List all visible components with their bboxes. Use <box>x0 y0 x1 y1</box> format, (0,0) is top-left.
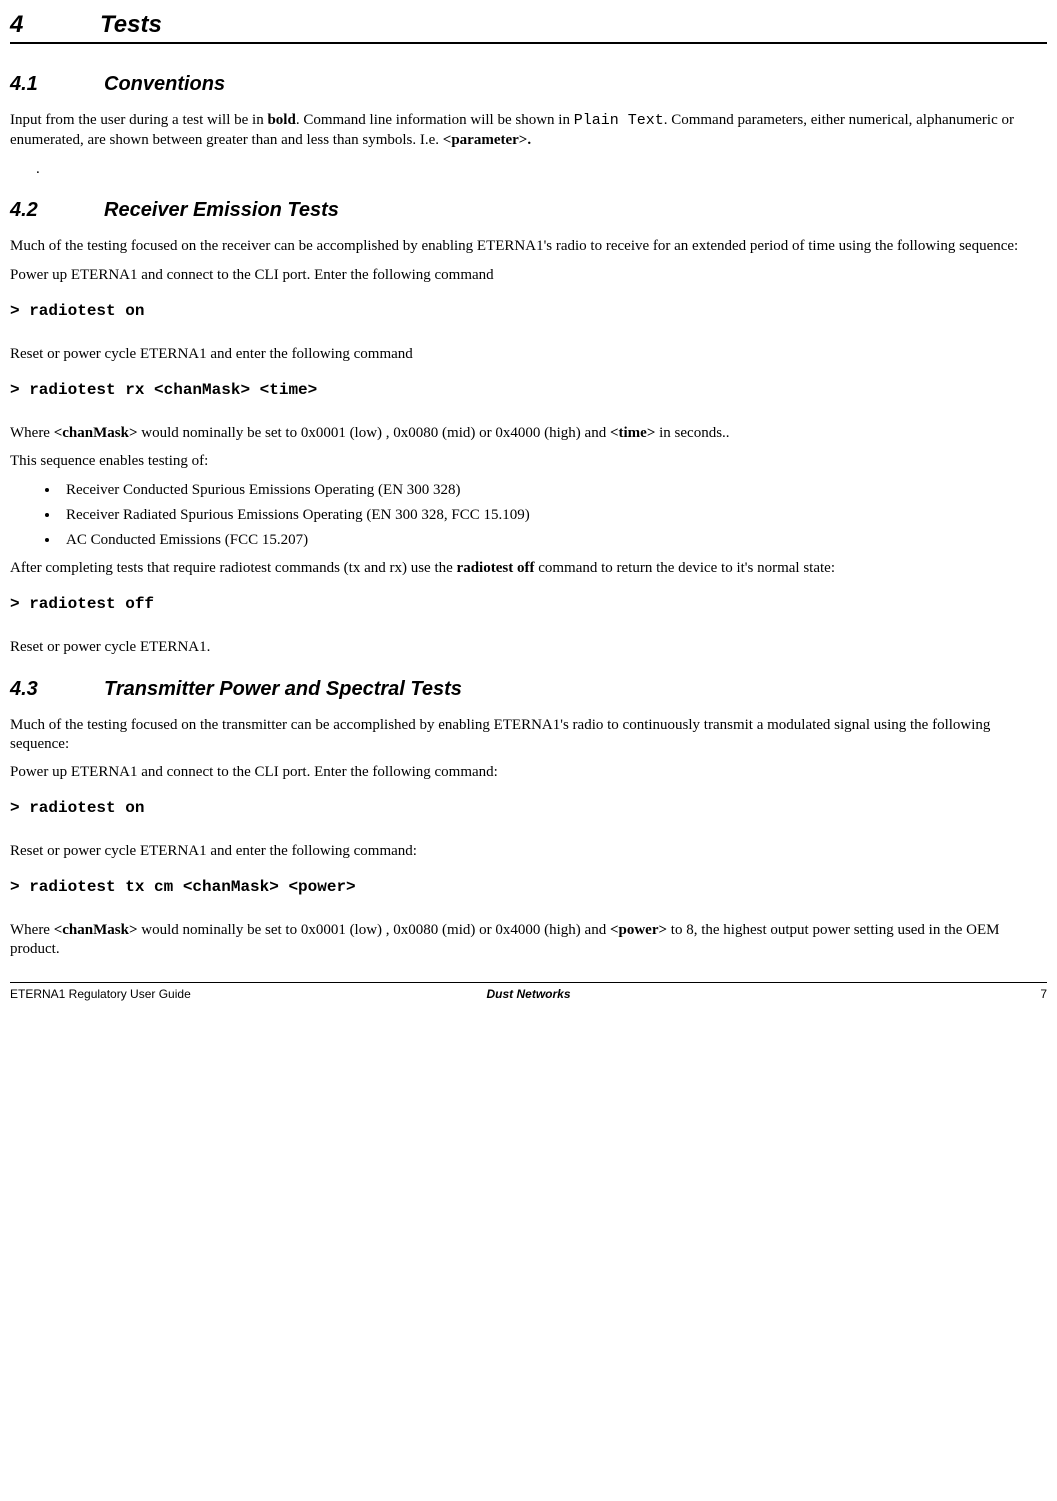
subsection-title: Conventions <box>104 72 225 97</box>
subsection-title: Receiver Emission Tests <box>104 198 339 223</box>
paragraph-radiotest-off-note: After completing tests that require radi… <box>10 559 1047 578</box>
paragraph: This sequence enables testing of: <box>10 452 1047 471</box>
section-number: 4 <box>10 10 100 40</box>
paragraph: Much of the testing focused on the recei… <box>10 237 1047 256</box>
paragraph-chanmask-power: Where <chanMask> would nominally be set … <box>10 921 1047 959</box>
paragraph: Reset or power cycle ETERNA1. <box>10 638 1047 657</box>
text-run: Where <box>10 922 54 938</box>
section-heading-1: 4 Tests <box>10 10 1047 44</box>
text-run: would nominally be set to 0x0001 (low) ,… <box>138 922 610 938</box>
subsection-heading-4-2: 4.2 Receiver Emission Tests <box>10 198 1047 223</box>
paragraph: Reset or power cycle ETERNA1 and enter t… <box>10 345 1047 364</box>
command-radiotest-on-2: > radiotest on <box>10 798 1047 818</box>
subsection-heading-4-1: 4.1 Conventions <box>10 72 1047 97</box>
text-run: in seconds.. <box>655 425 729 441</box>
text-bold: radiotest off <box>457 560 535 576</box>
subsection-title: Transmitter Power and Spectral Tests <box>104 677 462 702</box>
text-bold: <parameter>. <box>443 132 531 148</box>
text-bold: <chanMask> <box>54 425 138 441</box>
section-title: Tests <box>100 10 162 40</box>
text-run: would nominally be set to 0x0001 (low) ,… <box>138 425 610 441</box>
text-dot: . <box>36 160 1047 179</box>
subsection-number: 4.2 <box>10 198 104 223</box>
list-item: Receiver Conducted Spurious Emissions Op… <box>60 481 1047 500</box>
command-radiotest-off: > radiotest off <box>10 594 1047 614</box>
text-run: command to return the device to it's nor… <box>534 560 835 576</box>
command-radiotest-rx: > radiotest rx <chanMask> <time> <box>10 380 1047 400</box>
paragraph: Much of the testing focused on the trans… <box>10 716 1047 754</box>
command-radiotest-tx: > radiotest tx cm <chanMask> <power> <box>10 877 1047 897</box>
text-mono: Plain Text <box>574 112 664 129</box>
command-radiotest-on: > radiotest on <box>10 301 1047 321</box>
text-bold: <chanMask> <box>54 922 138 938</box>
paragraph: Power up ETERNA1 and connect to the CLI … <box>10 266 1047 285</box>
bullet-list: Receiver Conducted Spurious Emissions Op… <box>60 481 1047 549</box>
text-bold: bold <box>267 112 295 128</box>
paragraph: Reset or power cycle ETERNA1 and enter t… <box>10 842 1047 861</box>
paragraph-conventions: Input from the user during a test will b… <box>10 111 1047 150</box>
text-bold: <power> <box>610 922 667 938</box>
footer-page-number: 7 <box>701 987 1047 1002</box>
text-run: Where <box>10 425 54 441</box>
footer-left: ETERNA1 Regulatory User Guide <box>10 987 356 1002</box>
subsection-heading-4-3: 4.3 Transmitter Power and Spectral Tests <box>10 677 1047 702</box>
text-run: . Command line information will be shown… <box>296 112 574 128</box>
text-bold: <time> <box>610 425 655 441</box>
subsection-number: 4.1 <box>10 72 104 97</box>
text-run: After completing tests that require radi… <box>10 560 457 576</box>
text-run: Input from the user during a test will b… <box>10 112 267 128</box>
page-footer: ETERNA1 Regulatory User Guide Dust Netwo… <box>10 982 1047 1002</box>
paragraph: Power up ETERNA1 and connect to the CLI … <box>10 763 1047 782</box>
subsection-number: 4.3 <box>10 677 104 702</box>
paragraph-chanmask-time: Where <chanMask> would nominally be set … <box>10 424 1047 443</box>
list-item: AC Conducted Emissions (FCC 15.207) <box>60 531 1047 550</box>
footer-center: Dust Networks <box>356 987 702 1002</box>
list-item: Receiver Radiated Spurious Emissions Ope… <box>60 506 1047 525</box>
